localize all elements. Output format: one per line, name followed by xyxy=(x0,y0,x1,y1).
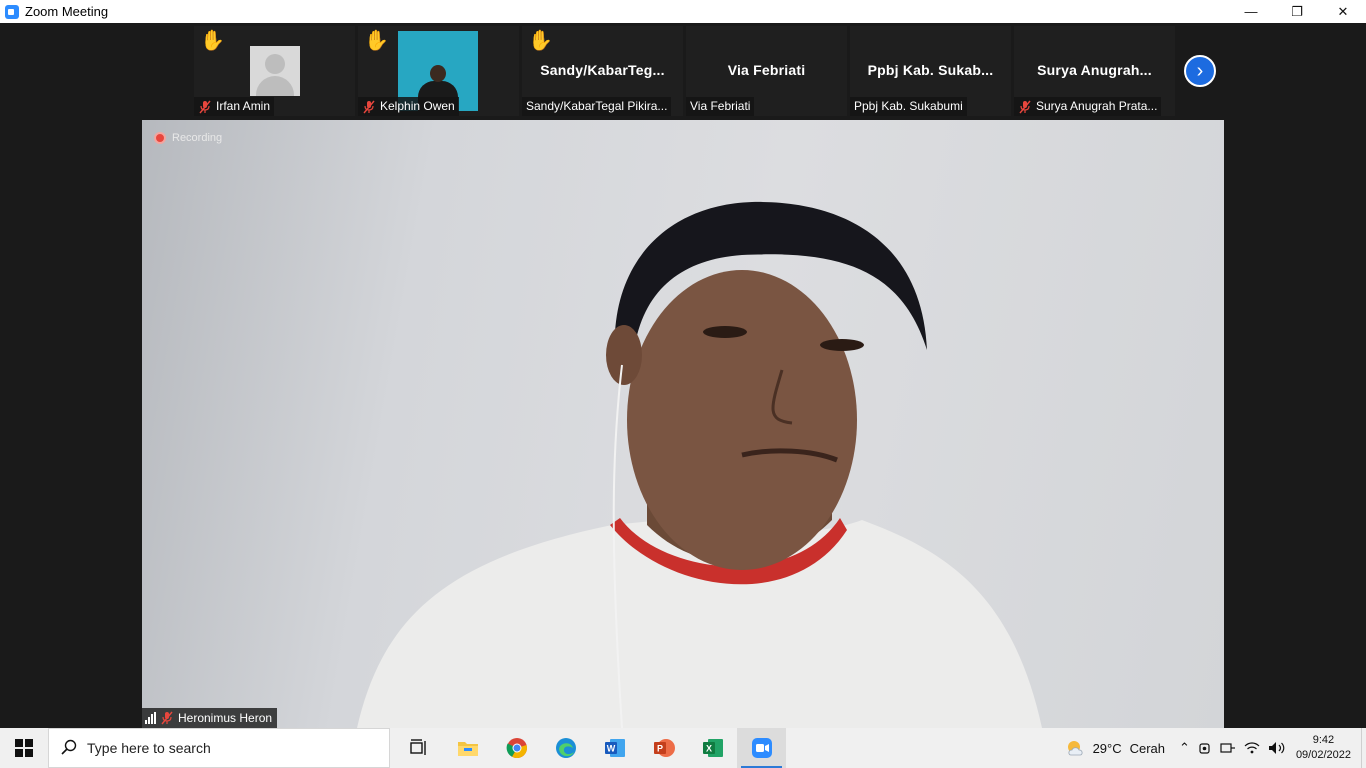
mic-muted-icon xyxy=(1018,100,1032,114)
participant-label: Irfan Amin xyxy=(194,97,275,116)
tray-icons: ⌃ xyxy=(1179,740,1286,756)
folder-icon xyxy=(457,742,478,756)
speaker-nameplate: Heronimus Heron xyxy=(142,708,278,728)
zoom-taskbar-button[interactable] xyxy=(737,728,786,768)
chrome-button[interactable] xyxy=(492,728,541,768)
recording-label: Recording xyxy=(172,132,223,144)
participant-tile[interactable]: ✋ Kelphin Owen xyxy=(358,26,519,116)
raised-hand-icon: ✋ xyxy=(200,30,225,52)
participant-tile[interactable]: Ppbj Kab. Sukab... Ppbj Kab. Sukabumi xyxy=(850,26,1011,116)
edge-icon xyxy=(555,738,576,758)
word-button[interactable]: W xyxy=(590,728,639,768)
mic-muted-icon xyxy=(362,100,376,114)
taskbar-clock[interactable]: 9:42 09/02/2022 xyxy=(1296,733,1351,763)
file-explorer-button[interactable] xyxy=(443,728,492,768)
mic-muted-icon xyxy=(198,100,212,114)
participant-display-name: Ppbj Kab. Sukab... xyxy=(867,62,994,78)
powerpoint-button[interactable]: P xyxy=(639,728,688,768)
powerpoint-icon: P xyxy=(653,739,675,757)
task-view-icon xyxy=(409,739,426,755)
excel-icon: X xyxy=(702,739,723,757)
participant-tile[interactable]: ✋ Irfan Amin xyxy=(194,26,355,116)
mic-muted-icon xyxy=(160,711,174,725)
recording-dot-icon xyxy=(154,132,166,144)
window-title: Zoom Meeting xyxy=(25,4,109,19)
svg-text:X: X xyxy=(705,744,711,754)
close-button[interactable]: ✕ xyxy=(1320,0,1366,23)
window-controls: — ❐ ✕ xyxy=(1228,0,1366,23)
word-icon: W xyxy=(604,739,625,757)
participant-name: Via Febriati xyxy=(690,99,751,113)
participant-label: Via Febriati xyxy=(686,97,755,116)
weather-widget[interactable]: 29°C Cerah xyxy=(1065,738,1165,758)
search-icon xyxy=(61,739,77,758)
zoom-app-icon xyxy=(5,4,19,19)
weather-condition: Cerah xyxy=(1129,740,1166,756)
taskbar-apps: W P X xyxy=(394,728,786,768)
taskbar-search-box[interactable]: Type here to search xyxy=(48,728,390,768)
participant-tile[interactable]: Surya Anugrah... Surya Anugrah Prata... xyxy=(1014,26,1175,116)
participant-label: Kelphin Owen xyxy=(358,97,459,116)
start-button[interactable] xyxy=(0,728,48,768)
svg-text:W: W xyxy=(606,744,615,754)
meet-now-icon[interactable] xyxy=(1198,740,1212,756)
participant-name: Irfan Amin xyxy=(216,99,271,113)
show-desktop-button[interactable] xyxy=(1361,728,1366,768)
participant-name: Surya Anugrah Prata... xyxy=(1036,99,1158,113)
active-speaker-video[interactable]: Recording Heronimus Heron xyxy=(142,120,1224,728)
participant-display-name: Via Febriati xyxy=(727,62,806,78)
minimize-button[interactable]: — xyxy=(1228,0,1274,23)
clock-time: 9:42 xyxy=(1312,734,1335,746)
svg-text:P: P xyxy=(656,744,662,754)
title-bar: Zoom Meeting — ❐ ✕ xyxy=(0,0,1366,23)
next-page-button[interactable]: › xyxy=(1184,55,1216,87)
windows-logo-icon xyxy=(15,739,33,757)
participant-strip: ✋ Irfan Amin ✋ Kelphin Owen ✋ Sandy/Kaba… xyxy=(194,26,1175,118)
participant-name: Sandy/KabarTegal Pikira... xyxy=(526,99,668,113)
participant-display-name: Surya Anugrah... xyxy=(1037,62,1152,78)
edge-button[interactable] xyxy=(541,728,590,768)
taskbar: Type here to search W P X 29°C Cerah ⌃ 9… xyxy=(0,728,1366,768)
restore-button[interactable]: ❐ xyxy=(1274,0,1320,23)
volume-icon[interactable] xyxy=(1268,741,1286,755)
participant-name: Ppbj Kab. Sukabumi xyxy=(854,99,963,113)
partly-cloudy-icon xyxy=(1067,741,1083,756)
participant-label: Surya Anugrah Prata... xyxy=(1014,97,1162,116)
raised-hand-icon: ✋ xyxy=(364,30,389,52)
speaker-video-frame xyxy=(357,201,1042,728)
search-placeholder: Type here to search xyxy=(87,740,211,756)
show-hidden-icons-chevron-icon[interactable]: ⌃ xyxy=(1179,740,1190,756)
zoom-icon xyxy=(751,738,772,758)
signal-strength-icon xyxy=(145,712,156,724)
task-view-button[interactable] xyxy=(394,728,443,768)
zoom-window: Zoom Meeting — ❐ ✕ ✋ Irfan Amin ✋ Kelphi… xyxy=(0,0,1366,768)
participant-name: Kelphin Owen xyxy=(380,99,455,113)
participant-label: Sandy/KabarTegal Pikira... xyxy=(522,97,672,116)
chevron-right-icon: › xyxy=(1196,59,1204,82)
excel-button[interactable]: X xyxy=(688,728,737,768)
avatar xyxy=(250,46,300,96)
chrome-icon xyxy=(506,738,527,759)
speaker-name: Heronimus Heron xyxy=(178,711,273,725)
participant-display-name: Sandy/KabarTeg... xyxy=(540,62,665,78)
raised-hand-icon: ✋ xyxy=(528,30,553,52)
clock-date: 09/02/2022 xyxy=(1295,749,1351,761)
wifi-icon[interactable] xyxy=(1244,741,1260,755)
participant-tile[interactable]: Via Febriati Via Febriati xyxy=(686,26,847,116)
recording-indicator: Recording xyxy=(154,132,222,144)
weather-temperature: 29°C xyxy=(1092,740,1122,756)
participant-tile[interactable]: ✋ Sandy/KabarTeg... Sandy/KabarTegal Pik… xyxy=(522,26,683,116)
system-tray: 29°C Cerah ⌃ 9:42 09/02/2022 xyxy=(1065,728,1366,768)
participant-label: Ppbj Kab. Sukabumi xyxy=(850,97,967,116)
network-devices-icon[interactable] xyxy=(1220,741,1236,755)
